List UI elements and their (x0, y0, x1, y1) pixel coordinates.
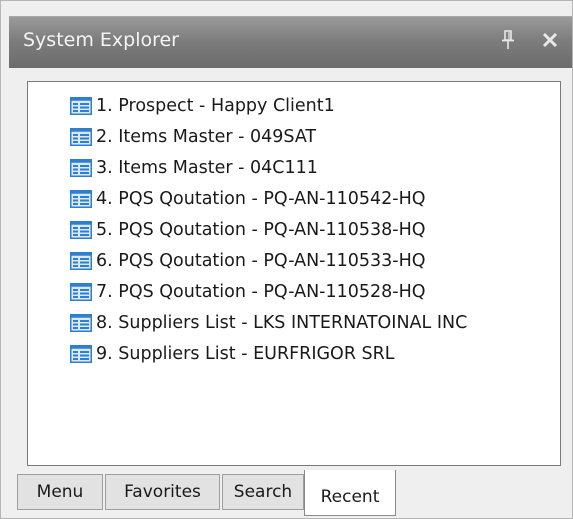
list-form-icon (70, 344, 92, 363)
recent-items-list: 1. Prospect - Happy Client1 2. Items Mas… (70, 90, 467, 369)
close-icon[interactable] (541, 31, 559, 49)
panel-titlebar[interactable]: System Explorer (9, 16, 572, 68)
list-form-icon (70, 282, 92, 301)
recent-item-label: 9. Suppliers List - EURFRIGOR SRL (96, 343, 395, 364)
recent-item-label: 2. Items Master - 049SAT (96, 126, 317, 147)
pin-icon[interactable] (500, 30, 516, 52)
list-form-icon (70, 127, 92, 146)
list-form-icon (70, 96, 92, 115)
recent-item-9[interactable]: 9. Suppliers List - EURFRIGOR SRL (70, 338, 467, 369)
recent-item-label: 4. PQS Qoutation - PQ-AN-110542-HQ (96, 188, 426, 209)
recent-item-6[interactable]: 6. PQS Qoutation - PQ-AN-110533-HQ (70, 245, 467, 276)
list-form-icon (70, 189, 92, 208)
list-form-icon (70, 220, 92, 239)
recent-items-pane: 1. Prospect - Happy Client1 2. Items Mas… (27, 81, 561, 466)
recent-item-label: 1. Prospect - Happy Client1 (96, 95, 335, 116)
recent-item-5[interactable]: 5. PQS Qoutation - PQ-AN-110538-HQ (70, 214, 467, 245)
tab-search[interactable]: Search (222, 474, 304, 510)
recent-item-4[interactable]: 4. PQS Qoutation - PQ-AN-110542-HQ (70, 183, 467, 214)
system-explorer-panel: System Explorer 1. Prospect - Happy Clie… (0, 0, 573, 519)
recent-item-label: 6. PQS Qoutation - PQ-AN-110533-HQ (96, 250, 426, 271)
recent-item-label: 3. Items Master - 04C111 (96, 157, 318, 178)
recent-item-8[interactable]: 8. Suppliers List - LKS INTERNATOINAL IN… (70, 307, 467, 338)
list-form-icon (70, 158, 92, 177)
bottom-tab-bar: Menu Favorites Search Recent (9, 470, 572, 519)
recent-item-label: 7. PQS Qoutation - PQ-AN-110528-HQ (96, 281, 426, 302)
tab-recent[interactable]: Recent (304, 470, 396, 516)
recent-item-7[interactable]: 7. PQS Qoutation - PQ-AN-110528-HQ (70, 276, 467, 307)
list-form-icon (70, 251, 92, 270)
panel-title: System Explorer (23, 29, 179, 51)
recent-item-label: 5. PQS Qoutation - PQ-AN-110538-HQ (96, 219, 426, 240)
recent-item-3[interactable]: 3. Items Master - 04C111 (70, 152, 467, 183)
recent-item-2[interactable]: 2. Items Master - 049SAT (70, 121, 467, 152)
tab-favorites[interactable]: Favorites (105, 474, 220, 510)
tab-menu[interactable]: Menu (17, 474, 103, 510)
recent-item-1[interactable]: 1. Prospect - Happy Client1 (70, 90, 467, 121)
recent-item-label: 8. Suppliers List - LKS INTERNATOINAL IN… (96, 312, 468, 333)
list-form-icon (70, 313, 92, 332)
